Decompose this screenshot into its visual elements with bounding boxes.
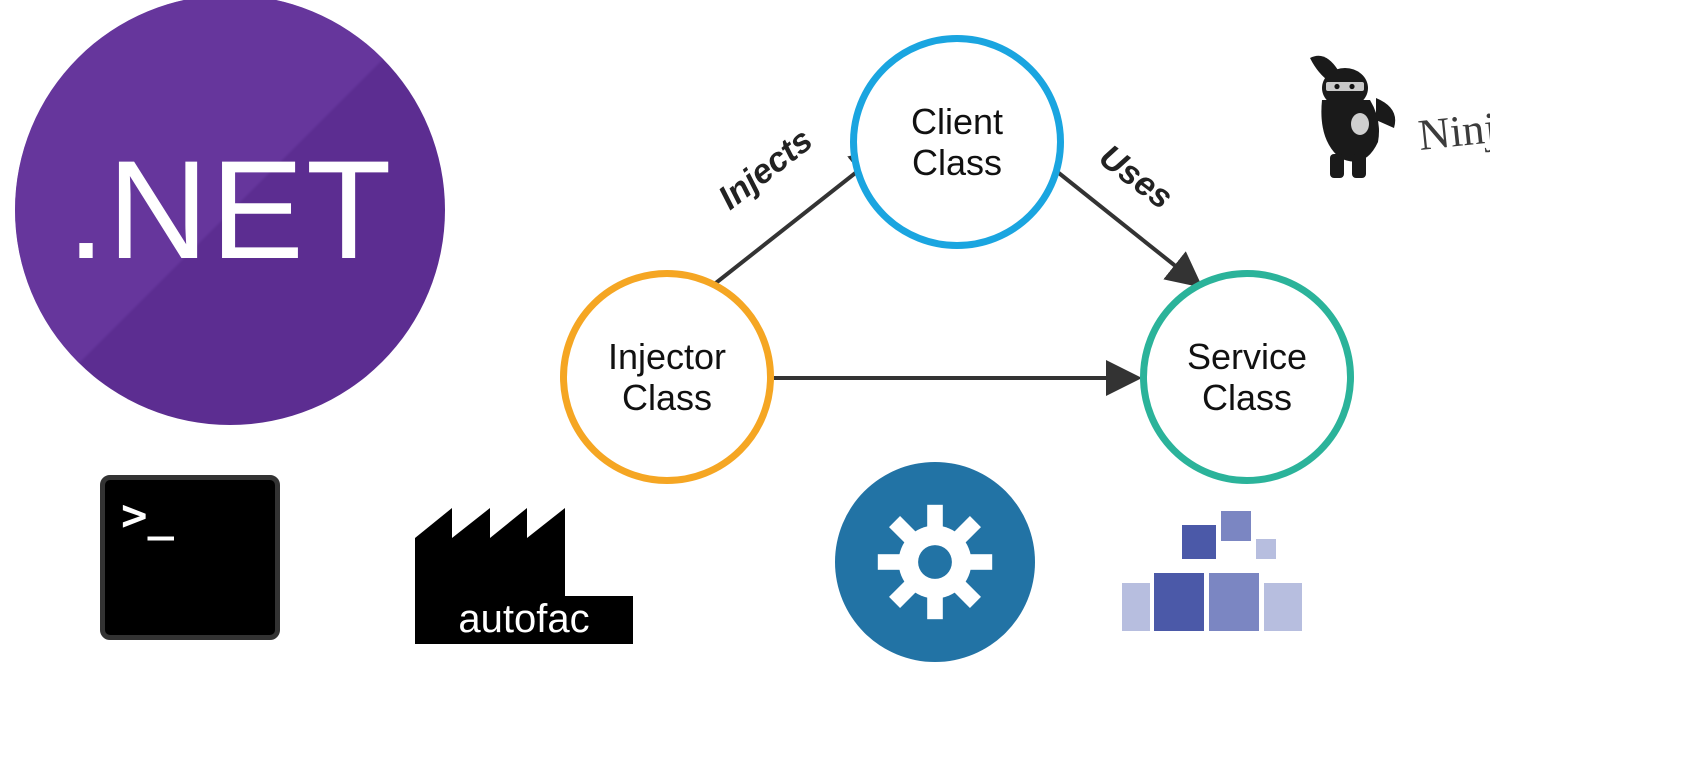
terminal-icon: >_ [100, 475, 280, 640]
node-service-line2: Class [1202, 377, 1292, 418]
autofac-logo: autofac [415, 478, 640, 644]
label-injects: Injects [711, 121, 820, 218]
dotnet-logo: .NET [15, 0, 445, 425]
node-client-line1: Client [911, 101, 1003, 142]
dotnet-text: .NET [15, 0, 445, 425]
node-injector-line2: Class [622, 377, 712, 418]
gear-badge [835, 462, 1035, 662]
autofac-label: autofac [458, 597, 589, 641]
gear-icon [870, 497, 1000, 627]
castle-windsor-icon [1122, 505, 1312, 645]
label-uses: Uses [1091, 137, 1179, 217]
node-service-line1: Service [1187, 336, 1307, 377]
node-injector: Injector Class [560, 270, 774, 484]
node-client-line2: Class [912, 142, 1002, 183]
node-client: Client Class [850, 35, 1064, 249]
ninject-label: Ninject! [1416, 96, 1490, 160]
ninject-logo: Ninject! [1290, 50, 1490, 190]
node-injector-line1: Injector [608, 336, 726, 377]
node-service: Service Class [1140, 270, 1354, 484]
terminal-prompt: >_ [121, 490, 174, 541]
diagram-canvas: .NET >_ autofac [0, 0, 1698, 764]
